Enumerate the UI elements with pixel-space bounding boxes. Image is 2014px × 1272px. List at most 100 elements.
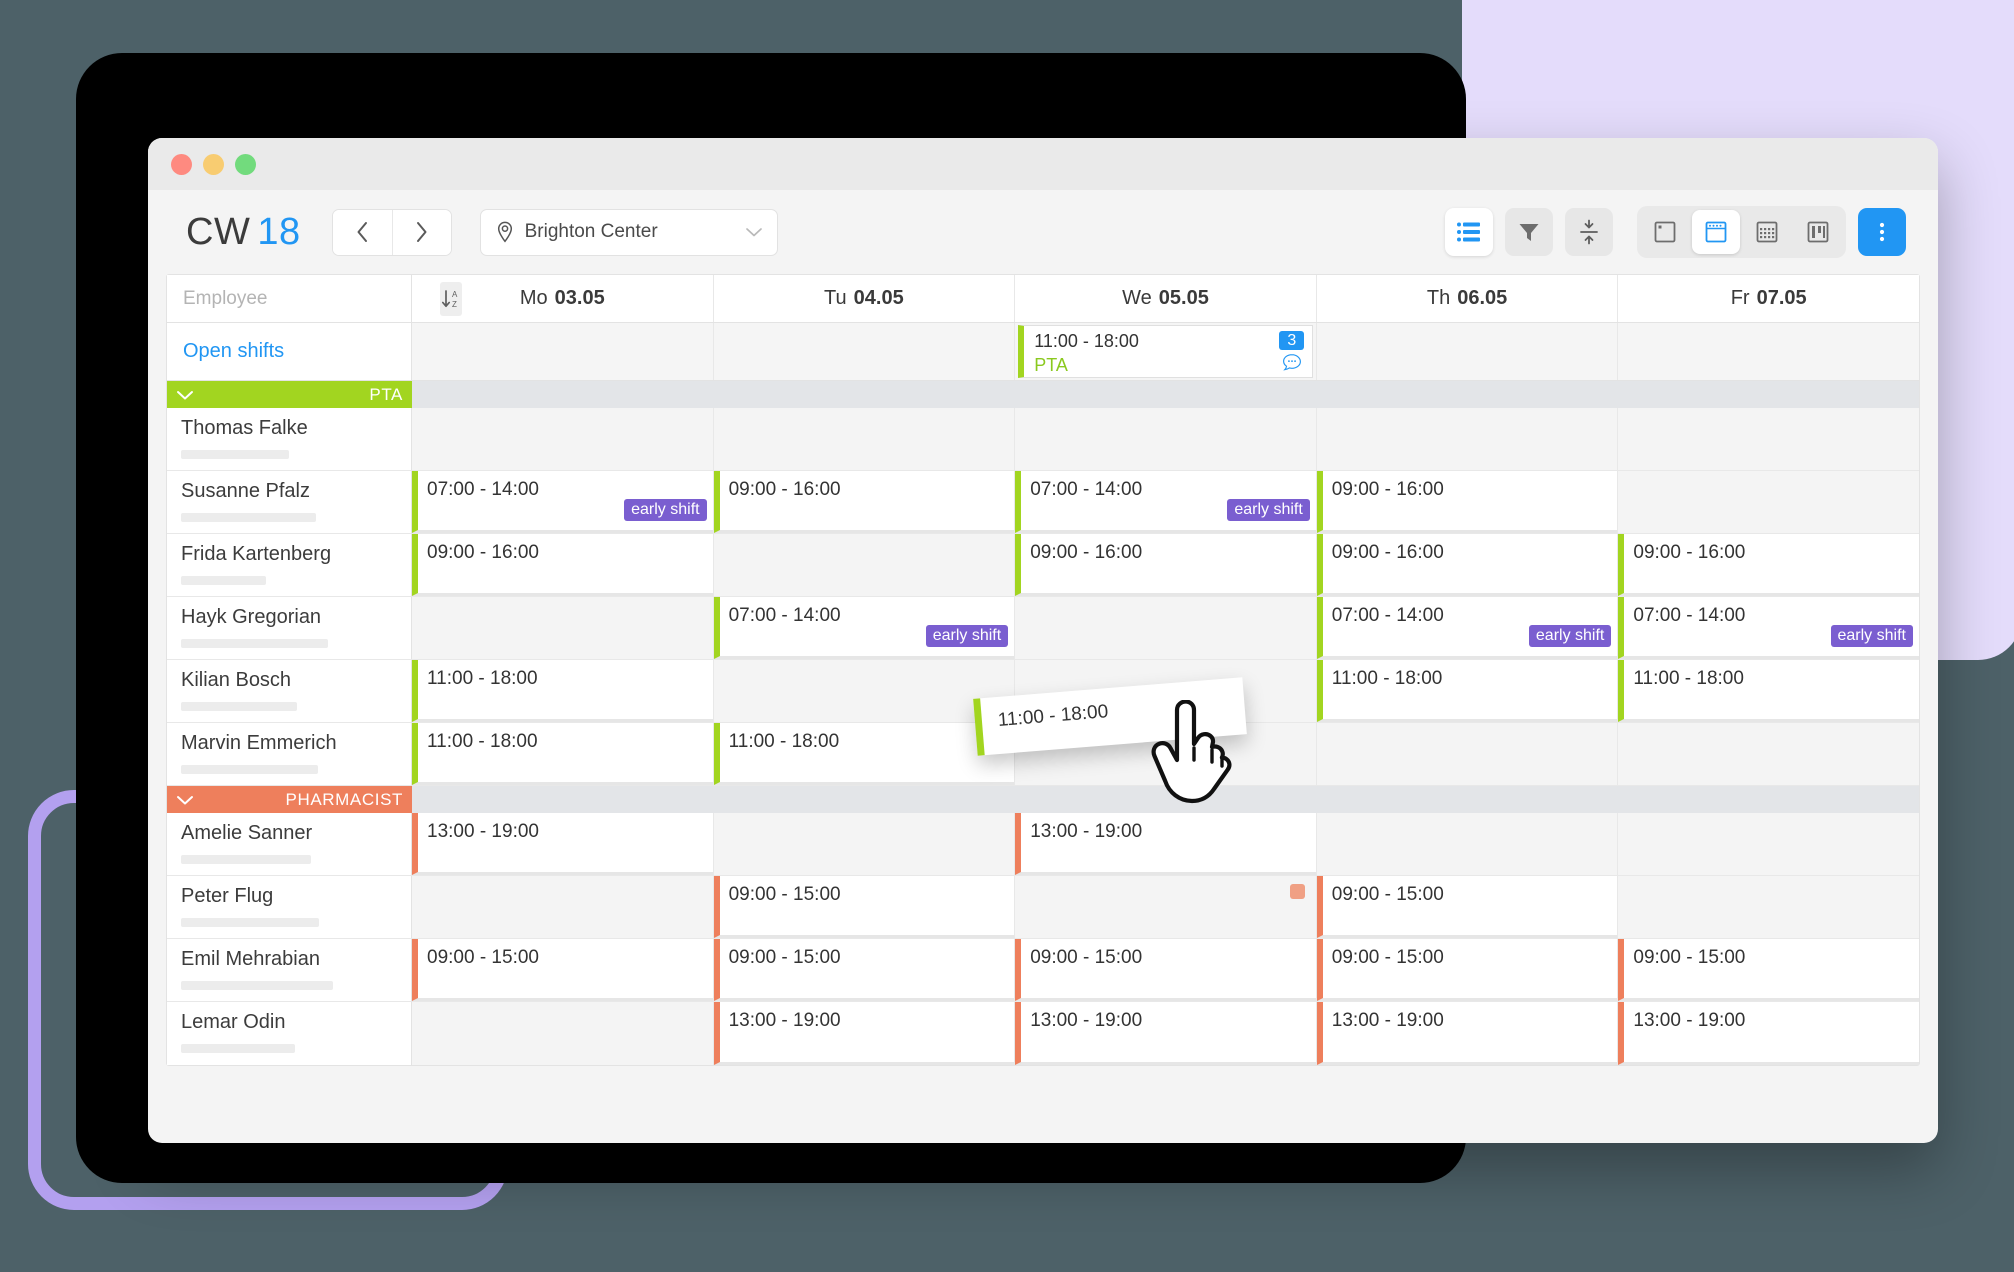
group-header-pta[interactable]: PTA: [167, 381, 1919, 408]
open-shift-cell-we[interactable]: 11:00 - 18:00 PTA 3: [1015, 323, 1317, 380]
shift-card[interactable]: 09:00 - 15:00: [1618, 939, 1919, 1001]
shift-cell-we[interactable]: [1015, 876, 1317, 938]
collapse-expand-button[interactable]: [1565, 208, 1613, 256]
board-view-button[interactable]: [1794, 210, 1842, 254]
shift-cell-th[interactable]: [1316, 813, 1619, 875]
filter-button[interactable]: [1505, 208, 1553, 256]
shift-cell-we[interactable]: 07:00 - 14:00 early shift: [1015, 471, 1317, 533]
shift-cell-tu[interactable]: [713, 534, 1016, 596]
employee-name-cell[interactable]: Hayk Gregorian: [167, 597, 412, 659]
shift-cell-th[interactable]: 13:00 - 19:00: [1316, 1002, 1619, 1065]
shift-cell-th[interactable]: 09:00 - 15:00: [1316, 939, 1619, 1001]
shift-card[interactable]: 13:00 - 19:00: [713, 1002, 1015, 1065]
chevron-down-icon[interactable]: [176, 389, 194, 401]
shift-cell-we[interactable]: 13:00 - 19:00: [1015, 1002, 1317, 1065]
shift-cell-fr[interactable]: [1618, 723, 1919, 785]
shift-card[interactable]: 07:00 - 14:00 early shift: [412, 471, 713, 533]
shift-card[interactable]: 07:00 - 14:00 early shift: [1015, 471, 1316, 533]
minimize-window-button[interactable]: [203, 153, 224, 175]
shift-card[interactable]: 09:00 - 15:00: [1015, 939, 1316, 1001]
shift-cell-th[interactable]: 11:00 - 18:00: [1316, 660, 1619, 722]
shift-cell-fr[interactable]: 13:00 - 19:00: [1618, 1002, 1919, 1065]
shift-cell-mo[interactable]: [412, 876, 714, 938]
shift-card[interactable]: 09:00 - 15:00: [1316, 939, 1618, 1001]
maximize-window-button[interactable]: [235, 153, 256, 175]
shift-cell-mo[interactable]: [412, 408, 714, 470]
shift-cell-fr[interactable]: [1618, 813, 1919, 875]
shift-card[interactable]: 11:00 - 18:00: [1316, 660, 1618, 722]
shift-cell-th[interactable]: [1316, 408, 1619, 470]
shift-card[interactable]: 09:00 - 16:00: [1015, 534, 1316, 596]
shift-card[interactable]: 09:00 - 16:00: [1316, 471, 1618, 533]
chevron-down-icon[interactable]: [176, 794, 194, 806]
day-view-button[interactable]: [1641, 210, 1689, 254]
shift-card[interactable]: 09:00 - 16:00: [1618, 534, 1919, 596]
chat-bubble-icon[interactable]: [1279, 352, 1305, 372]
shift-cell-th[interactable]: 09:00 - 16:00: [1316, 471, 1619, 533]
shift-cell-fr[interactable]: 09:00 - 16:00: [1618, 534, 1919, 596]
list-view-button[interactable]: [1445, 208, 1493, 256]
employee-name-cell[interactable]: Amelie Sanner: [167, 813, 412, 875]
shift-cell-we[interactable]: 13:00 - 19:00: [1015, 813, 1317, 875]
shift-cell-mo[interactable]: 07:00 - 14:00 early shift: [412, 471, 714, 533]
shift-cell-mo[interactable]: 13:00 - 19:00: [412, 813, 714, 875]
shift-cell-th[interactable]: 09:00 - 16:00: [1316, 534, 1619, 596]
shift-cell-fr[interactable]: [1618, 471, 1919, 533]
shift-cell-mo[interactable]: 11:00 - 18:00: [412, 660, 714, 722]
shift-card[interactable]: 13:00 - 19:00: [1316, 1002, 1618, 1065]
open-shifts-link[interactable]: Open shifts: [183, 340, 284, 363]
employee-name-cell[interactable]: Frida Kartenberg: [167, 534, 412, 596]
employee-name-cell[interactable]: Susanne Pfalz: [167, 471, 412, 533]
shift-cell-tu[interactable]: 13:00 - 19:00: [713, 1002, 1016, 1065]
shift-cell-tu[interactable]: 11:00 - 18:00: [713, 723, 1016, 785]
shift-cell-mo[interactable]: [412, 597, 714, 659]
week-view-button[interactable]: [1692, 210, 1740, 254]
shift-cell-tu[interactable]: 07:00 - 14:00 early shift: [713, 597, 1016, 659]
shift-card[interactable]: 11:00 - 18:00: [412, 723, 713, 785]
shift-cell-mo[interactable]: 09:00 - 16:00: [412, 534, 714, 596]
shift-cell-tu[interactable]: [713, 408, 1016, 470]
shift-card[interactable]: 13:00 - 19:00: [412, 813, 713, 875]
shift-card[interactable]: 13:00 - 19:00: [1015, 1002, 1316, 1065]
search-input[interactable]: [183, 287, 428, 310]
open-shift-cell-mo[interactable]: [412, 323, 714, 380]
shift-cell-fr[interactable]: 07:00 - 14:00 early shift: [1618, 597, 1919, 659]
shift-card[interactable]: 09:00 - 15:00: [713, 876, 1015, 938]
shift-card[interactable]: 07:00 - 14:00 early shift: [1618, 597, 1919, 659]
shift-cell-mo[interactable]: 09:00 - 15:00: [412, 939, 714, 1001]
shift-card[interactable]: 11:00 - 18:00: [713, 723, 1015, 785]
shift-cell-th[interactable]: 07:00 - 14:00 early shift: [1316, 597, 1619, 659]
shift-cell-we[interactable]: [1015, 408, 1317, 470]
group-pta-label-cell[interactable]: PTA: [167, 381, 412, 408]
shift-cell-tu[interactable]: [713, 813, 1016, 875]
shift-cell-tu[interactable]: 09:00 - 15:00: [713, 939, 1016, 1001]
shift-card[interactable]: 09:00 - 15:00: [412, 939, 713, 1001]
shift-card[interactable]: 09:00 - 16:00: [713, 471, 1015, 533]
shift-cell-tu[interactable]: 09:00 - 16:00: [713, 471, 1016, 533]
shift-cell-fr[interactable]: 11:00 - 18:00: [1618, 660, 1919, 722]
employee-name-cell[interactable]: Thomas Falke: [167, 408, 412, 470]
shift-card[interactable]: 11:00 - 18:00: [1618, 660, 1919, 722]
shift-card[interactable]: 07:00 - 14:00 early shift: [713, 597, 1015, 659]
open-shift-cell-tu[interactable]: [713, 323, 1016, 380]
shift-cell-th[interactable]: 09:00 - 15:00: [1316, 876, 1619, 938]
group-header-pharmacist[interactable]: PHARMACIST: [167, 786, 1919, 813]
next-week-button[interactable]: [391, 209, 451, 255]
shift-cell-fr[interactable]: [1618, 408, 1919, 470]
shift-cell-th[interactable]: [1316, 723, 1619, 785]
shift-card[interactable]: 13:00 - 19:00: [1015, 813, 1316, 875]
employee-name-cell[interactable]: Peter Flug: [167, 876, 412, 938]
shift-cell-mo[interactable]: [412, 1002, 714, 1065]
group-pharmacist-label-cell[interactable]: PHARMACIST: [167, 786, 412, 813]
shift-cell-we[interactable]: [1015, 597, 1317, 659]
close-window-button[interactable]: [171, 153, 192, 175]
month-view-button[interactable]: [1743, 210, 1791, 254]
previous-week-button[interactable]: [332, 209, 392, 255]
shift-cell-tu[interactable]: [713, 660, 1016, 722]
shift-cell-fr[interactable]: 09:00 - 15:00: [1618, 939, 1919, 1001]
shift-card[interactable]: 09:00 - 16:00: [412, 534, 713, 596]
shift-card[interactable]: 09:00 - 16:00: [1316, 534, 1618, 596]
shift-cell-fr[interactable]: [1618, 876, 1919, 938]
employee-name-cell[interactable]: Emil Mehrabian: [167, 939, 412, 1001]
shift-cell-tu[interactable]: 09:00 - 15:00: [713, 876, 1016, 938]
